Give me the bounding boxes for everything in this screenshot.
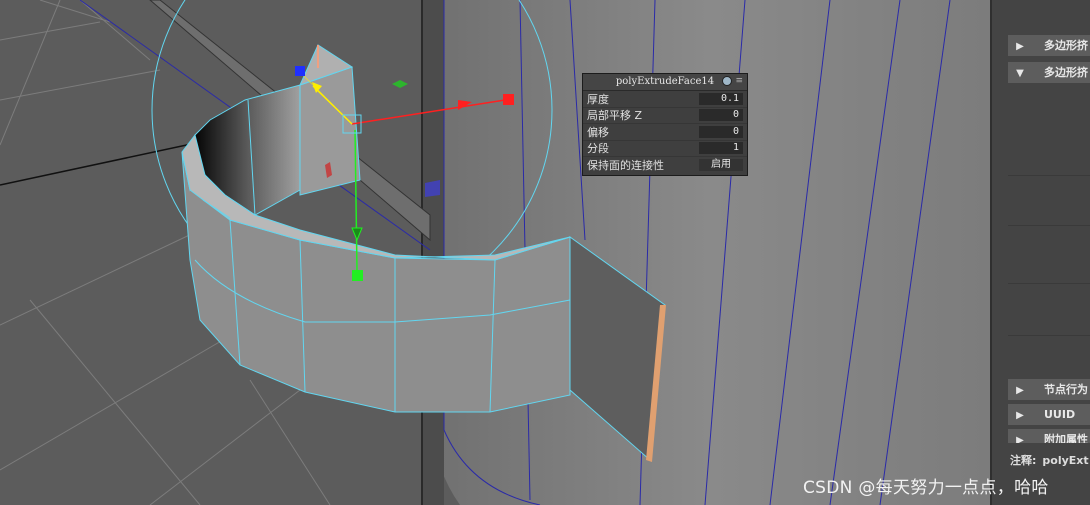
inview-editor-title-text: polyExtrudeFace14 — [615, 76, 715, 87]
expand-arrow-icon[interactable]: ▶ — [1014, 36, 1026, 56]
inview-editor[interactable]: polyExtrudeFace14 ≡ 厚度 0.1 局部平移 Z 0 偏移 0… — [582, 73, 748, 176]
offset-label: 偏移 — [587, 125, 609, 139]
keep-faces-together-dropdown[interactable]: 启用 — [699, 158, 743, 171]
local-translate-z-field[interactable]: 0 — [699, 109, 743, 122]
section-label: 附加属性 — [1044, 433, 1088, 443]
thickness-field[interactable]: 0.1 — [699, 92, 743, 105]
manipulator-blue-handle[interactable] — [295, 66, 305, 76]
divisions-label: 分段 — [587, 142, 609, 156]
section-uuid[interactable]: ▶ UUID — [1008, 404, 1090, 425]
row-offset[interactable]: 偏移 0 — [583, 124, 747, 141]
attribute-editor-panel: ▶ 多边形挤 ▼ 多边形挤 ▶ 节点行为 ▶ UUID ▶ 附加属性 注释: polyExt — [990, 0, 1090, 505]
keep-faces-together-label: 保持面的连接性 — [587, 158, 664, 172]
thickness-label: 厚度 — [587, 92, 609, 106]
section-label: 多边形挤 — [1044, 66, 1088, 79]
expand-arrow-icon[interactable]: ▶ — [1014, 430, 1026, 443]
pin-icon[interactable] — [722, 76, 733, 86]
offset-field[interactable]: 0 — [699, 125, 743, 138]
divisions-field[interactable]: 1 — [699, 142, 743, 155]
watermark: CSDN @每天努力一点点，哈哈 — [803, 478, 1049, 498]
section-label: UUID — [1044, 408, 1076, 421]
viewport-scene[interactable] — [0, 0, 990, 505]
inview-editor-title: polyExtrudeFace14 ≡ — [583, 74, 747, 91]
section-poly-extrude-1[interactable]: ▶ 多边形挤 — [1008, 35, 1090, 56]
notes-row[interactable]: 注释: polyExt — [1010, 452, 1089, 468]
notes-label: 注释: — [1010, 454, 1037, 467]
manipulator-z-handle[interactable] — [352, 270, 363, 281]
section-node-behavior[interactable]: ▶ 节点行为 — [1008, 379, 1090, 400]
row-divisions[interactable]: 分段 1 — [583, 141, 747, 157]
section-poly-extrude-2[interactable]: ▼ 多边形挤 — [1008, 62, 1090, 83]
section-extra-attributes[interactable]: ▶ 附加属性 — [1008, 429, 1090, 443]
notes-value: polyExt — [1042, 454, 1089, 467]
expand-arrow-icon[interactable]: ▶ — [1014, 405, 1026, 425]
manipulator-x-handle[interactable] — [503, 94, 514, 105]
collapse-arrow-icon[interactable]: ▼ — [1014, 63, 1026, 83]
section-label: 节点行为 — [1044, 383, 1088, 396]
3d-viewport[interactable]: polyExtrudeFace14 ≡ 厚度 0.1 局部平移 Z 0 偏移 0… — [0, 0, 990, 505]
row-keep-faces-together[interactable]: 保持面的连接性 启用 — [583, 157, 747, 173]
local-translate-z-label: 局部平移 Z — [587, 109, 643, 123]
row-local-translate-z[interactable]: 局部平移 Z 0 — [583, 108, 747, 124]
menu-icon[interactable]: ≡ — [735, 76, 743, 86]
row-thickness[interactable]: 厚度 0.1 — [583, 91, 747, 108]
expand-arrow-icon[interactable]: ▶ — [1014, 380, 1026, 400]
section-label: 多边形挤 — [1044, 39, 1088, 52]
